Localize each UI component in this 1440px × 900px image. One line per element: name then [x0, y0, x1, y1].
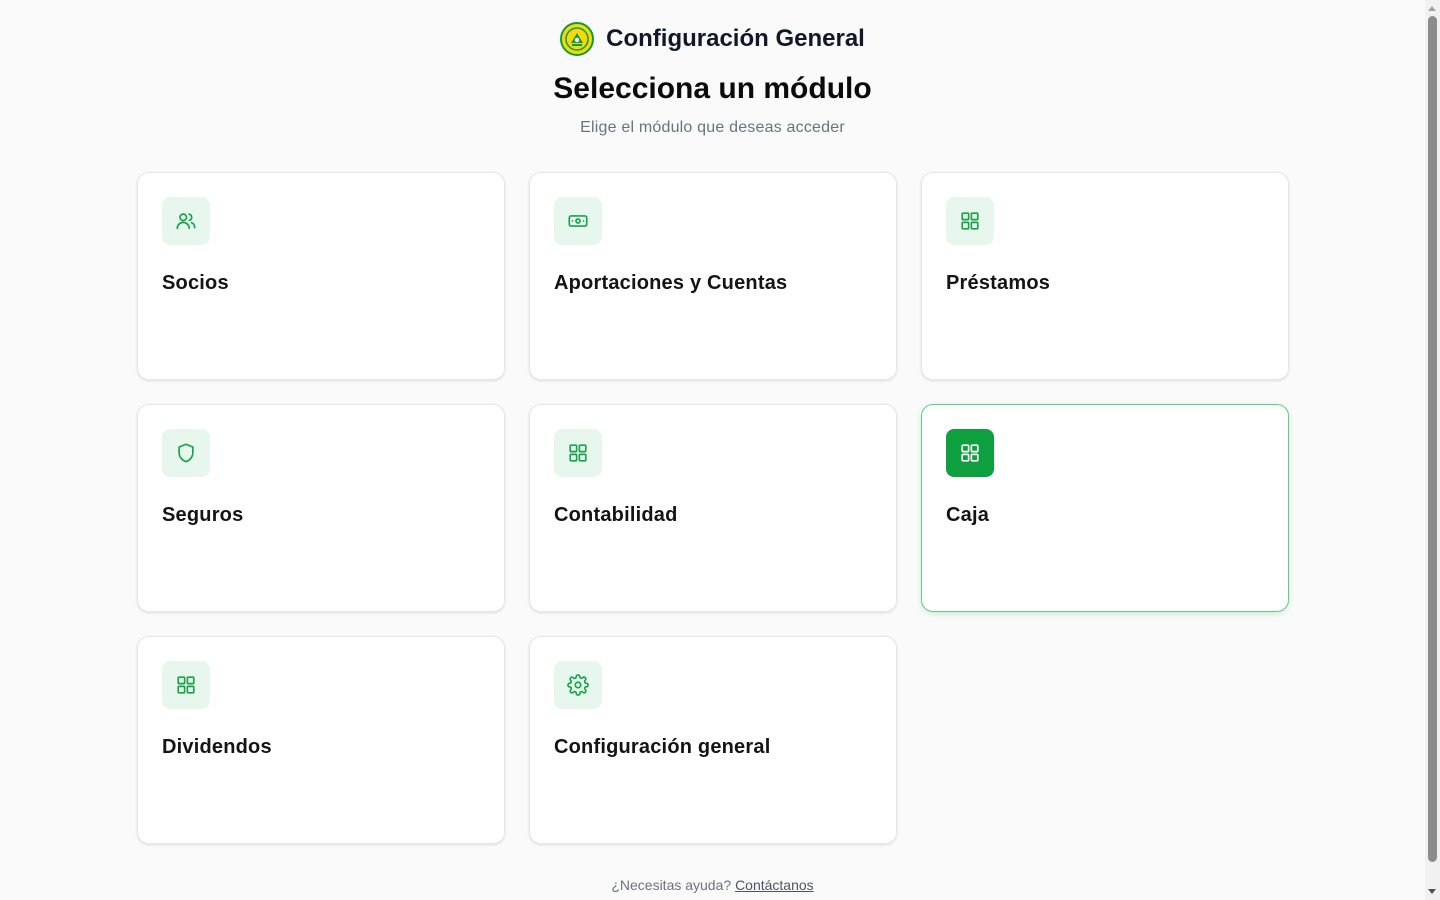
users-icon — [162, 197, 210, 245]
grid-icon — [946, 429, 994, 477]
module-label: Aportaciones y Cuentas — [554, 272, 788, 294]
module-label: Contabilidad — [554, 504, 678, 526]
module-label: Caja — [946, 504, 990, 526]
contact-link[interactable]: Contáctanos — [735, 877, 814, 893]
module-grid: Socios Aportaciones y Cuentas Préstamos … — [137, 172, 1289, 844]
page-title: Selecciona un módulo — [553, 72, 872, 105]
cooperative-logo-icon — [560, 22, 595, 56]
grid-icon — [554, 429, 602, 477]
app-header: Configuración General — [0, 22, 1425, 56]
banknote-icon — [554, 197, 602, 245]
scroll-thumb[interactable] — [1428, 16, 1437, 862]
vertical-scrollbar[interactable] — [1425, 0, 1440, 900]
page-subtitle: Elige el módulo que deseas acceder — [580, 119, 845, 136]
scroll-up-arrow-icon[interactable] — [1428, 6, 1436, 11]
module-card-prestamos[interactable]: Préstamos — [921, 172, 1289, 380]
help-text: ¿Necesitas ayuda? — [611, 877, 732, 893]
module-card-contabilidad[interactable]: Contabilidad — [529, 404, 897, 612]
module-label: Seguros — [162, 504, 244, 526]
module-label: Préstamos — [946, 272, 1051, 294]
module-label: Dividendos — [162, 736, 272, 758]
module-card-aportaciones-y-cuentas[interactable]: Aportaciones y Cuentas — [529, 172, 897, 380]
grid-icon — [162, 661, 210, 709]
grid-icon — [946, 197, 994, 245]
module-label: Configuración general — [554, 736, 771, 758]
shield-icon — [162, 429, 210, 477]
gear-icon — [554, 661, 602, 709]
scroll-down-arrow-icon[interactable] — [1428, 889, 1436, 894]
module-card-configuracion-general[interactable]: Configuración general — [529, 636, 897, 844]
module-card-caja[interactable]: Caja — [921, 404, 1289, 612]
app-title: Configuración General — [606, 25, 865, 52]
module-card-socios[interactable]: Socios — [137, 172, 505, 380]
module-card-dividendos[interactable]: Dividendos — [137, 636, 505, 844]
module-label: Socios — [162, 272, 229, 294]
module-card-seguros[interactable]: Seguros — [137, 404, 505, 612]
help-footer: ¿Necesitas ayuda? Contáctanos — [0, 877, 1425, 893]
